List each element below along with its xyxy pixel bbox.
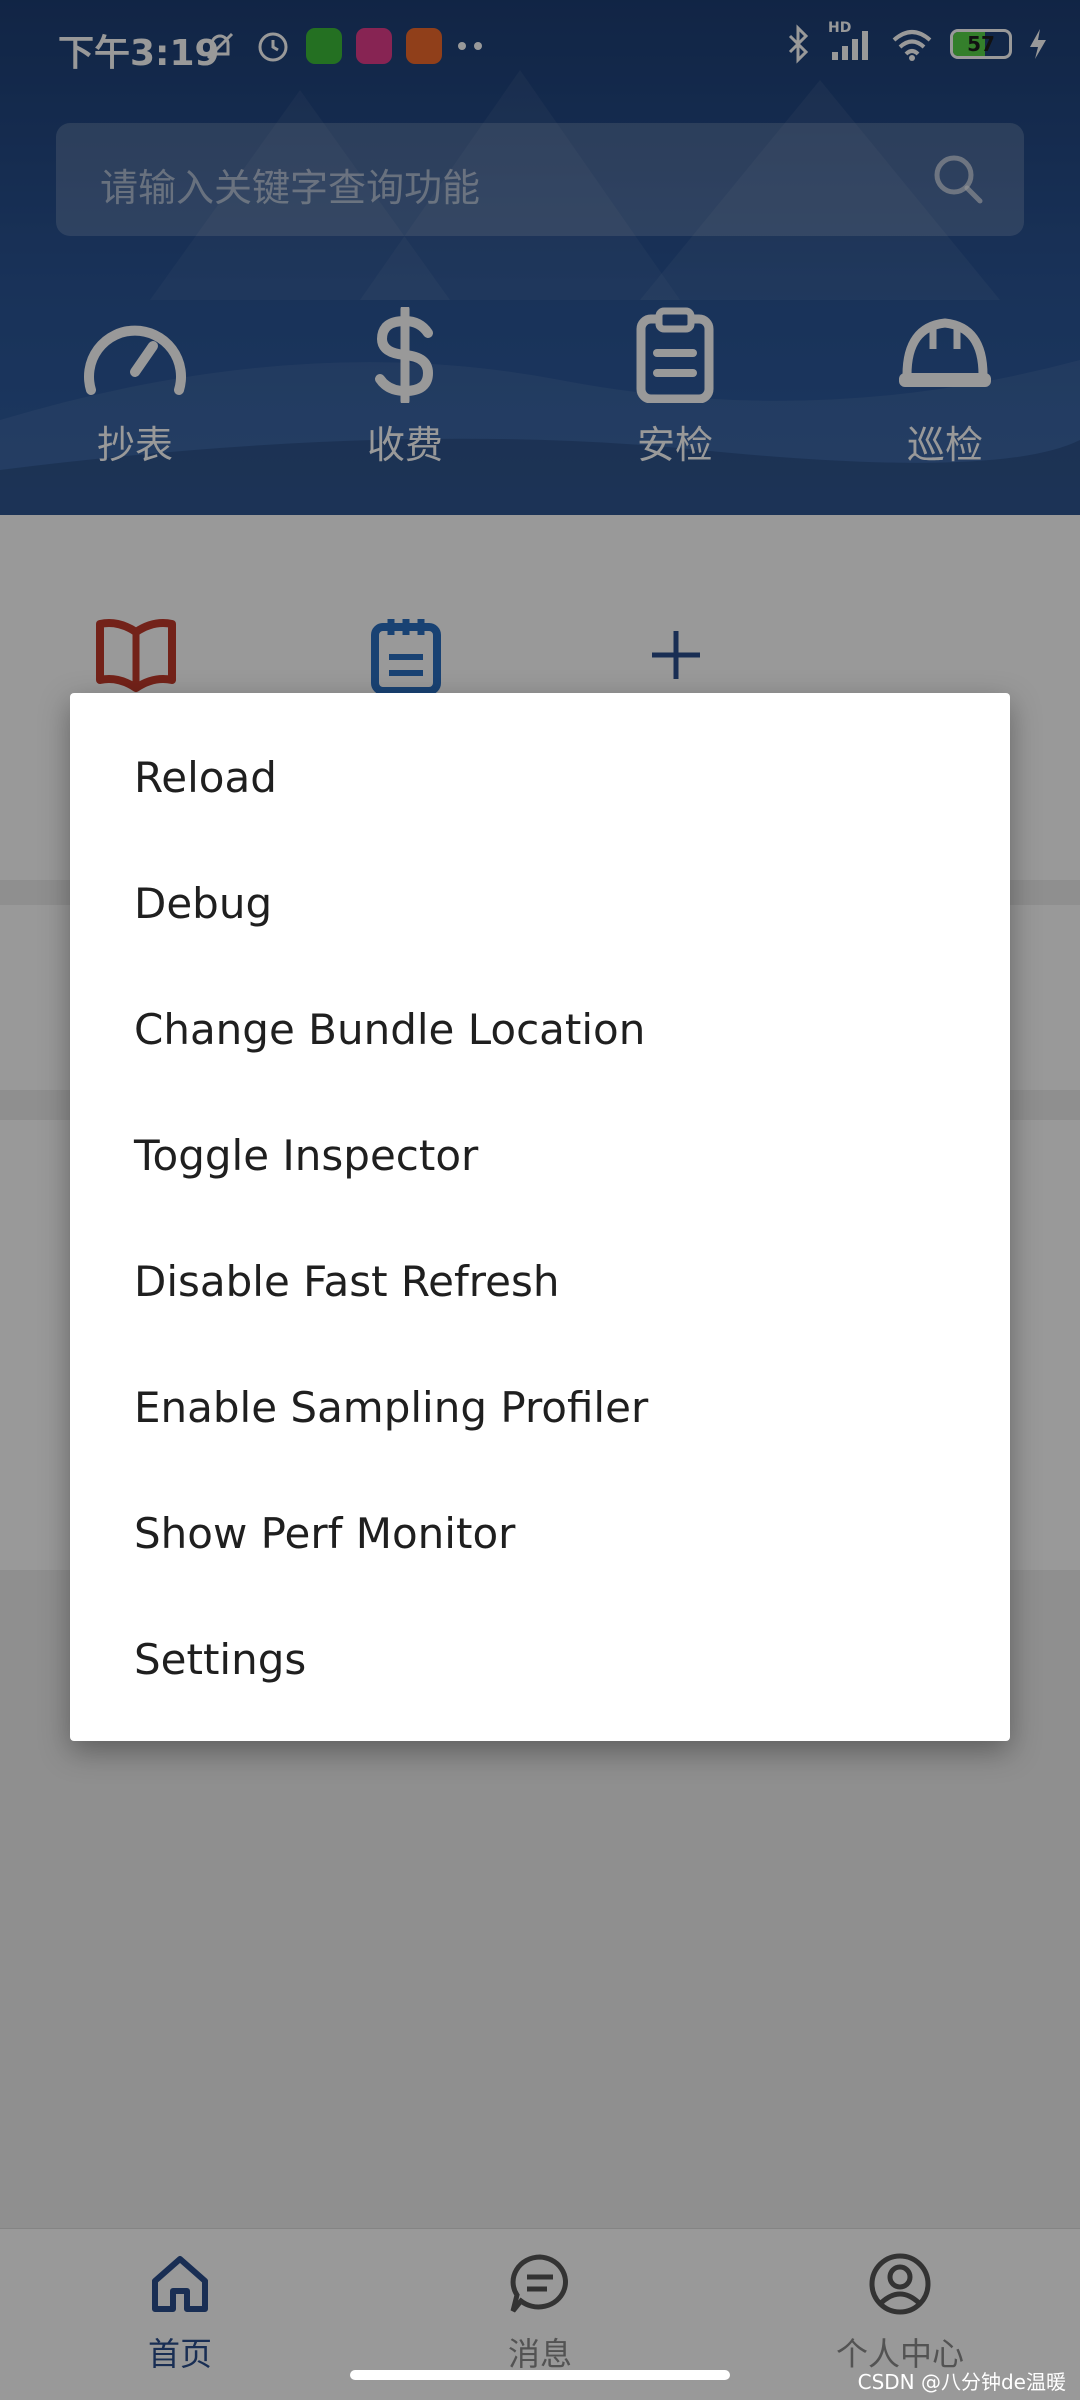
menu-item-reload[interactable]: Reload	[70, 715, 1010, 841]
menu-item-settings[interactable]: Settings	[70, 1597, 1010, 1723]
watermark: CSDN @八分钟de温暖	[857, 2370, 1066, 2394]
battery-level: 57	[967, 32, 995, 56]
menu-item-change-bundle-location[interactable]: Change Bundle Location	[70, 967, 1010, 1093]
menu-item-debug[interactable]: Debug	[70, 841, 1010, 967]
menu-item-toggle-inspector[interactable]: Toggle Inspector	[70, 1093, 1010, 1219]
menu-item-enable-sampling-profiler[interactable]: Enable Sampling Profiler	[70, 1345, 1010, 1471]
dev-menu-dialog: Reload Debug Change Bundle Location Togg…	[70, 693, 1010, 1741]
menu-item-show-perf-monitor[interactable]: Show Perf Monitor	[70, 1471, 1010, 1597]
menu-item-disable-fast-refresh[interactable]: Disable Fast Refresh	[70, 1219, 1010, 1345]
home-indicator[interactable]	[350, 2370, 730, 2380]
